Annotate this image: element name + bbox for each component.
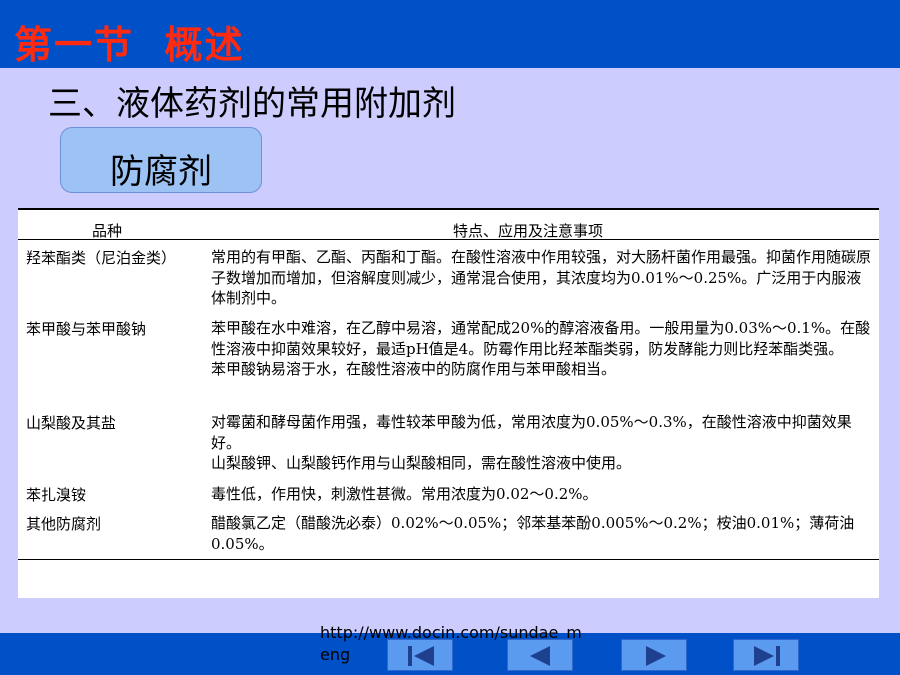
table-top-rule [18, 208, 879, 210]
next-triangle-icon [646, 646, 666, 666]
table-row-description: 常用的有甲酯、乙酯、丙酯和丁酯。在酸性溶液中作用较强，对大肠杆菌作用最强。抑菌作… [211, 247, 876, 309]
description-line: 苯甲酸在水中难溶，在乙醇中易溶，通常配成20%的醇溶液备用。一般用量为0.03%… [211, 319, 871, 358]
description-line: 醋酸氯乙定（醋酸洗必泰）0.02%～0.05%；邻苯基苯酚0.005%～0.2%… [211, 514, 855, 553]
description-line: 常用的有甲酯、乙酯、丙酯和丁酯。在酸性溶液中作用较强，对大肠杆菌作用最强。抑菌作… [211, 248, 872, 307]
table-row-description: 苯甲酸在水中难溶，在乙醇中易溶，通常配成20%的醇溶液备用。一般用量为0.03%… [211, 318, 876, 380]
category-box: 防腐剂 [60, 127, 262, 193]
table-row-name: 苯甲酸与苯甲酸钠 [26, 320, 147, 338]
skip-last-icon [754, 646, 780, 666]
table-row-name: 山梨酸及其盐 [26, 414, 117, 432]
skip-first-icon [408, 646, 434, 666]
header-rule [18, 239, 879, 240]
table-row-name: 羟苯酯类（尼泊金类） [26, 249, 177, 267]
column-header-variety: 品种 [92, 222, 123, 240]
table-row-description: 毒性低，作用快，刺激性甚微。常用浓度为0.02～0.2%。 [211, 484, 876, 505]
section-heading: 三、液体药剂的常用附加剂 [48, 84, 456, 124]
description-line: 毒性低，作用快，刺激性甚微。常用浓度为0.02～0.2%。 [211, 485, 598, 503]
table-bottom-rule [18, 559, 879, 560]
next-slide-button[interactable] [621, 639, 687, 671]
category-label: 防腐剂 [110, 152, 212, 192]
column-header-notes: 特点、应用及注意事项 [453, 222, 604, 240]
description-line: 对霉菌和酵母菌作用强，毒性较苯甲酸为低，常用浓度为0.05%～0.3%，在酸性溶… [211, 413, 852, 452]
slide-title: 第一节 概述 [14, 22, 245, 67]
title-bar: 第一节 概述 [0, 0, 900, 68]
last-slide-button[interactable] [733, 639, 799, 671]
table-row-description: 对霉菌和酵母菌作用强，毒性较苯甲酸为低，常用浓度为0.05%～0.3%，在酸性溶… [211, 412, 876, 474]
table-row-name: 苯扎溴铵 [26, 486, 87, 504]
additives-table: 品种 特点、应用及注意事项 羟苯酯类（尼泊金类） 常用的有甲酯、乙酯、丙酯和丁酯… [18, 208, 879, 598]
table-row-name: 其他防腐剂 [26, 515, 102, 533]
table-row-description: 醋酸氯乙定（醋酸洗必泰）0.02%～0.05%；邻苯基苯酚0.005%～0.2%… [211, 513, 876, 554]
first-slide-button[interactable] [387, 639, 453, 671]
description-line: 苯甲酸钠易溶于水，在酸性溶液中的防腐作用与苯甲酸相当。 [211, 360, 617, 378]
description-line: 山梨酸钾、山梨酸钙作用与山梨酸相同，需在酸性溶液中使用。 [211, 454, 632, 472]
prev-triangle-icon [530, 646, 550, 666]
previous-slide-button[interactable] [507, 639, 573, 671]
